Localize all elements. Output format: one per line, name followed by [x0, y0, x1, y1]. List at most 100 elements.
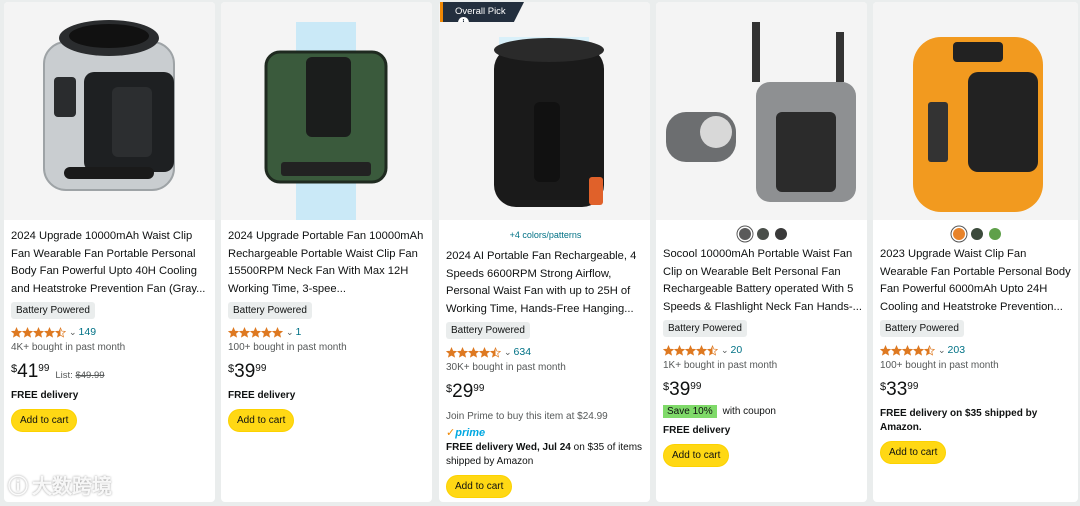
star-icon — [228, 326, 239, 338]
battery-powered-badge: Battery Powered — [446, 322, 530, 340]
product-title[interactable]: 2024 Upgrade 10000mAh Waist Clip Fan Wea… — [11, 228, 210, 298]
price-whole: 33 — [886, 379, 908, 401]
list-price-value: $49.99 — [75, 370, 105, 382]
star-icon — [22, 326, 33, 338]
price[interactable]: $ 29 99 — [446, 381, 645, 403]
star-icon — [685, 344, 696, 356]
star-icon — [11, 326, 22, 338]
product-image[interactable] — [4, 2, 215, 220]
rating-count[interactable]: 634 — [514, 346, 532, 358]
product-title[interactable]: Socool 10000mAh Portable Waist Fan Clip … — [663, 246, 862, 316]
chevron-down-icon[interactable]: ⌄ — [504, 347, 512, 358]
delivery-info: FREE delivery — [228, 390, 296, 402]
chevron-down-icon[interactable]: ⌄ — [286, 327, 294, 338]
product-grid: 2024 Upgrade 10000mAh Waist Clip Fan Wea… — [0, 0, 1080, 506]
rating[interactable]: ⌄ 634 — [446, 345, 645, 359]
list-price: List: $49.99 — [55, 370, 104, 381]
star-icon — [479, 346, 490, 358]
star-icon — [674, 344, 685, 356]
color-swatch[interactable] — [774, 228, 787, 240]
delivery-info: FREE delivery on $35 shipped by Amazon. — [880, 408, 1038, 434]
rating[interactable]: ⌄ 149 — [11, 325, 210, 339]
star-icon — [250, 326, 261, 338]
star-rating — [11, 326, 66, 338]
prime-check-icon: ✓ — [446, 427, 456, 440]
product-image[interactable] — [656, 2, 867, 220]
bought-count: 100+ bought in past month — [228, 342, 347, 354]
product-card[interactable]: 2023 Upgrade Waist Clip Fan Wearable Fan… — [873, 2, 1078, 502]
chevron-down-icon[interactable]: ⌄ — [69, 327, 77, 338]
bought-count: 4K+ bought in past month — [11, 342, 126, 354]
delivery-info: FREE delivery — [11, 390, 79, 402]
add-to-cart-button[interactable]: Add to cart — [228, 409, 295, 433]
color-swatch[interactable] — [988, 228, 1001, 240]
product-title[interactable]: 2023 Upgrade Waist Clip Fan Wearable Fan… — [880, 246, 1073, 316]
rating-count[interactable]: 1 — [296, 326, 302, 338]
star-rating — [446, 346, 501, 358]
delivery-info: FREE delivery — [663, 425, 731, 437]
coupon-text: with coupon — [722, 406, 776, 418]
product-image[interactable] — [439, 2, 650, 220]
chevron-down-icon[interactable]: ⌄ — [721, 345, 729, 356]
star-icon — [707, 344, 718, 356]
product-title[interactable]: 2024 AI Portable Fan Rechargeable, 4 Spe… — [446, 248, 645, 318]
price-fraction: 99 — [38, 363, 50, 375]
prime-label: prime — [455, 427, 486, 440]
price[interactable]: $ 39 99 — [663, 379, 862, 401]
color-swatches[interactable] — [880, 228, 1073, 240]
coupon-tag[interactable]: Save 10% — [663, 405, 717, 419]
more-colors-link[interactable]: +4 colors/patterns — [446, 230, 645, 240]
product-image[interactable] — [873, 2, 1078, 220]
delivery-date: Wed, Jul 24 — [516, 442, 571, 454]
add-to-cart-button[interactable]: Add to cart — [446, 475, 513, 499]
overall-pick-badge: Overall Picki — [440, 2, 524, 22]
price[interactable]: $ 39 99 — [228, 361, 427, 383]
star-icon — [55, 326, 66, 338]
battery-powered-badge: Battery Powered — [228, 302, 312, 320]
price[interactable]: $ 41 99 List: $49.99 — [11, 361, 210, 383]
product-card[interactable]: 2024 Upgrade 10000mAh Waist Clip Fan Wea… — [4, 2, 215, 502]
star-rating — [663, 344, 718, 356]
add-to-cart-button[interactable]: Add to cart — [11, 409, 78, 433]
price-fraction: 99 — [473, 383, 485, 395]
star-icon — [261, 326, 272, 338]
product-card[interactable]: Socool 10000mAh Portable Waist Fan Clip … — [656, 2, 867, 502]
star-icon — [468, 346, 479, 358]
color-swatch[interactable] — [952, 228, 965, 240]
chevron-down-icon[interactable]: ⌄ — [938, 345, 946, 356]
star-icon — [272, 326, 283, 338]
color-swatch[interactable] — [738, 228, 751, 240]
price-fraction: 99 — [690, 381, 702, 393]
rating-count[interactable]: 20 — [731, 344, 743, 356]
star-icon — [663, 344, 674, 356]
rating[interactable]: ⌄ 203 — [880, 343, 1073, 357]
coupon[interactable]: Save 10% with coupon — [663, 405, 862, 419]
product-card[interactable]: 2024 Upgrade Portable Fan 10000mAh Recha… — [221, 2, 432, 502]
product-card[interactable]: +4 colors/patterns 2024 AI Portable Fan … — [439, 2, 650, 502]
add-to-cart-button[interactable]: Add to cart — [663, 444, 730, 468]
rating[interactable]: ⌄ 1 — [228, 325, 427, 339]
rating[interactable]: ⌄ 20 — [663, 343, 862, 357]
bought-count: 100+ bought in past month — [880, 360, 999, 372]
prime-price-note: Join Prime to buy this item at $24.99 — [446, 411, 608, 423]
price-fraction: 99 — [907, 381, 919, 393]
color-swatch[interactable] — [970, 228, 983, 240]
product-image[interactable] — [221, 2, 432, 220]
rating-count[interactable]: 203 — [948, 344, 966, 356]
price[interactable]: $ 33 99 — [880, 379, 1073, 401]
rating-count[interactable]: 149 — [79, 326, 97, 338]
color-swatch[interactable] — [756, 228, 769, 240]
color-swatches[interactable] — [663, 228, 862, 240]
star-icon — [902, 344, 913, 356]
add-to-cart-button[interactable]: Add to cart — [880, 441, 947, 465]
product-title[interactable]: 2024 Upgrade Portable Fan 10000mAh Recha… — [228, 228, 427, 298]
overall-pick-label: Overall Pick — [455, 6, 506, 17]
watermark-text: 大数跨境 — [32, 476, 112, 498]
star-rating — [880, 344, 935, 356]
star-icon — [239, 326, 250, 338]
star-icon — [891, 344, 902, 356]
star-icon — [913, 344, 924, 356]
prime-badge: ✓prime — [446, 426, 645, 439]
star-icon — [880, 344, 891, 356]
battery-powered-badge: Battery Powered — [663, 320, 747, 338]
